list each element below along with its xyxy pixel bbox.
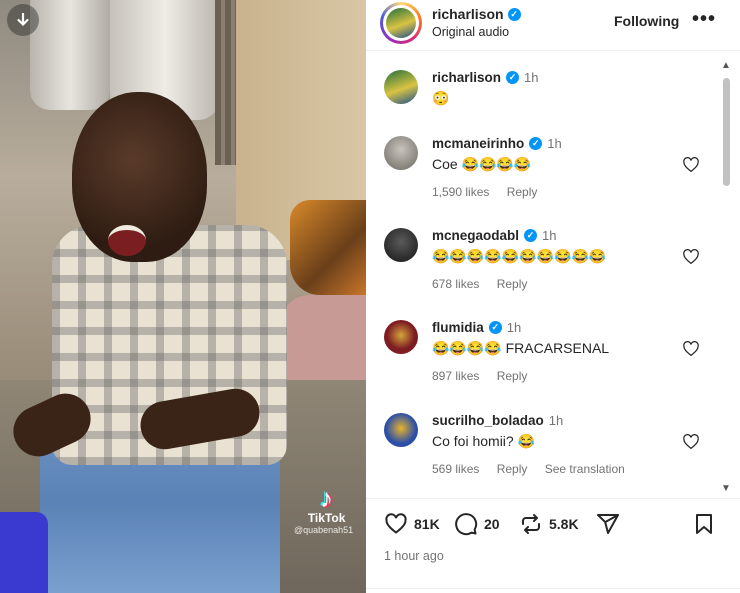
verified-badge-icon: ✓ <box>488 321 502 334</box>
like-action[interactable]: 81K <box>384 512 440 536</box>
reply-button[interactable]: Reply <box>497 369 528 383</box>
bg-barrel <box>30 0 110 110</box>
verified-badge-icon: ✓ <box>529 137 543 150</box>
posted-time[interactable]: 1 hour ago <box>384 549 444 563</box>
scroll-up-icon[interactable]: ▲ <box>721 60 731 71</box>
comment-time[interactable]: 1h <box>507 320 521 335</box>
author-username[interactable]: richarlison <box>432 6 504 22</box>
instagram-post-modal: ♪ TikTok @quabenah51 richarlison ✓ Origi… <box>0 0 740 593</box>
comment-time[interactable]: 1h <box>549 413 563 428</box>
reply-button[interactable]: Reply <box>497 462 528 476</box>
bg-basket <box>0 512 48 593</box>
scroll-thumb[interactable] <box>723 78 730 186</box>
share-action[interactable] <box>596 512 620 536</box>
comment-text: Co foi homii? 😂 <box>432 433 536 449</box>
avatar[interactable] <box>384 228 418 262</box>
post-video[interactable]: ♪ TikTok @quabenah51 <box>0 0 366 593</box>
divider <box>366 588 740 589</box>
repost-icon[interactable] <box>519 512 543 536</box>
comment-username[interactable]: flumidia <box>432 320 484 335</box>
heart-icon[interactable] <box>682 340 700 358</box>
scroll-down-icon[interactable]: ▼ <box>721 483 731 494</box>
comments-scrollbar[interactable]: ▲ ▼ <box>720 60 732 495</box>
verified-badge-icon: ✓ <box>524 229 538 242</box>
bg-cloth <box>290 200 366 295</box>
tiktok-watermark: ♪ TikTok @quabenah51 <box>294 483 353 535</box>
arrow-down-icon <box>17 12 29 27</box>
post-actions-bar: 81K 20 5.8K <box>384 512 734 542</box>
audio-link[interactable]: Original audio <box>432 25 509 39</box>
likes-count[interactable]: 81K <box>414 516 440 532</box>
tiktok-note-icon: ♪ <box>320 483 334 513</box>
comment-username[interactable]: sucrilho_boladao <box>432 413 544 428</box>
caption-text: 😳 <box>432 90 450 106</box>
comments-list: richarlison ✓ 1h 😳 mcmaneirinho ✓ 1h Coe… <box>366 60 718 490</box>
heart-icon[interactable] <box>682 433 700 451</box>
caption-username[interactable]: richarlison <box>432 70 501 85</box>
comment-likes[interactable]: 1,590 likes <box>432 185 489 199</box>
heart-icon[interactable] <box>682 248 700 266</box>
post-side-panel: richarlison ✓ Original audio Following •… <box>366 0 740 593</box>
verified-badge-icon: ✓ <box>506 71 520 84</box>
comment-bubble-icon[interactable] <box>454 512 478 536</box>
comment-time[interactable]: 1h <box>547 136 561 151</box>
tiktok-brand: TikTok <box>307 511 346 525</box>
comment-text: 😂😂😂😂 FRACARSENAL <box>432 340 610 356</box>
comment-text: Coe 😂😂😂😂 <box>432 156 532 172</box>
avatar[interactable] <box>384 320 418 354</box>
download-button[interactable] <box>7 4 39 36</box>
reply-button[interactable]: Reply <box>507 185 538 199</box>
author-avatar[interactable] <box>380 2 422 44</box>
comment-text: 😂😂😂😂😂😂😂😂😂😂 <box>432 248 607 264</box>
comment-likes[interactable]: 897 likes <box>432 369 479 383</box>
bookmark-icon[interactable] <box>692 512 716 536</box>
comment-likes[interactable]: 678 likes <box>432 277 479 291</box>
comment-action[interactable]: 20 <box>454 512 500 536</box>
child-mouth <box>108 225 146 256</box>
verified-badge-icon: ✓ <box>507 7 521 21</box>
avatar[interactable] <box>384 70 418 104</box>
comment-username[interactable]: mcnegaodabl <box>432 228 519 243</box>
avatar[interactable] <box>384 413 418 447</box>
comment-likes[interactable]: 569 likes <box>432 462 479 476</box>
reposts-count[interactable]: 5.8K <box>549 516 579 532</box>
post-header: richarlison ✓ Original audio Following •… <box>366 0 740 51</box>
more-options-icon[interactable]: ••• <box>692 8 716 31</box>
following-button[interactable]: Following <box>614 13 679 29</box>
repost-action[interactable]: 5.8K <box>519 512 579 536</box>
see-translation-link[interactable]: See translation <box>545 462 625 476</box>
divider <box>366 498 740 499</box>
caption-time[interactable]: 1h <box>524 70 538 85</box>
avatar[interactable] <box>384 136 418 170</box>
heart-icon[interactable] <box>384 512 408 536</box>
send-icon[interactable] <box>596 512 620 536</box>
reply-button[interactable]: Reply <box>497 277 528 291</box>
comments-count[interactable]: 20 <box>484 516 500 532</box>
comment-username[interactable]: mcmaneirinho <box>432 136 524 151</box>
author-username-row[interactable]: richarlison ✓ <box>432 6 521 22</box>
save-action[interactable] <box>692 512 716 536</box>
heart-icon[interactable] <box>682 156 700 174</box>
tiktok-handle: @quabenah51 <box>294 525 354 535</box>
comment-time[interactable]: 1h <box>542 228 556 243</box>
